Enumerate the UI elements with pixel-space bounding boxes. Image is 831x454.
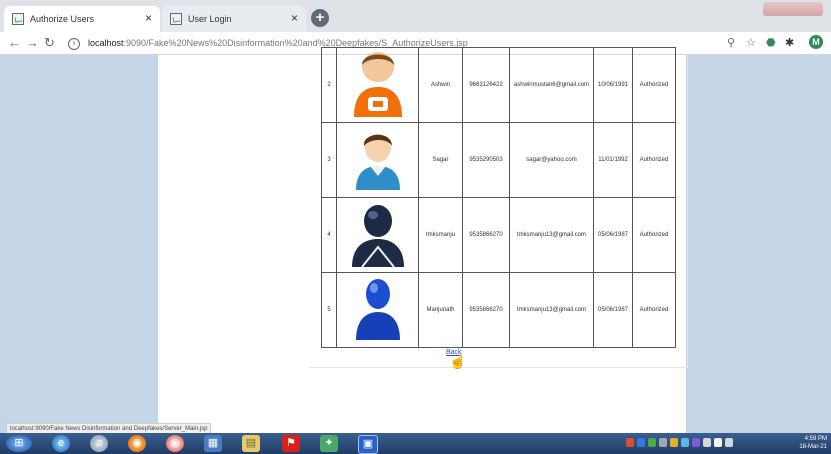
- user-status: Authorized: [632, 122, 676, 198]
- extension-shield-icon[interactable]: ⬣: [766, 36, 776, 49]
- user-avatar: [336, 122, 419, 198]
- system-tray: [626, 438, 733, 449]
- clock-date: 18-Mar-21: [799, 444, 827, 450]
- tab-title: User Login: [188, 14, 232, 24]
- app-icon[interactable]: ✦: [320, 435, 338, 452]
- user-dob: 11/01/1992: [593, 122, 633, 198]
- table-row: 5 Manjunath 9535866270 tmksmanju13@gmail…: [321, 272, 676, 348]
- row-number: 4: [321, 197, 337, 273]
- back-arrow-icon[interactable]: ←: [8, 35, 21, 51]
- user-mobile: 9535290503: [462, 122, 510, 198]
- user-mobile: 9663126422: [462, 47, 510, 123]
- dark-silhouette-user-icon: [351, 205, 404, 268]
- tray-icon[interactable]: [626, 438, 634, 447]
- network-icon[interactable]: [725, 438, 733, 447]
- user-avatar: [336, 272, 419, 348]
- user-email: tmksmanju13@gmail.com: [509, 272, 594, 348]
- user-name: Sagar: [418, 122, 463, 198]
- blue-shirt-user-icon: [355, 134, 400, 190]
- pdf-reader-icon[interactable]: ⚑: [282, 435, 300, 452]
- tray-icon[interactable]: [692, 438, 700, 447]
- table-row: 3 Sagar 9535290503 sagar@yahoo.com 11/01…: [321, 122, 676, 198]
- user-email: ashwinmustan6@gmail.com: [509, 47, 594, 123]
- row-number: 3: [321, 122, 337, 198]
- new-tab-button[interactable]: +: [311, 9, 329, 27]
- clock-time: 4:59 PM: [804, 436, 827, 442]
- user-dob: 10/06/1991: [593, 47, 633, 123]
- close-tab-icon[interactable]: ×: [145, 11, 152, 25]
- taskbar-clock[interactable]: 4:59 PM 18-Mar-21: [799, 435, 827, 451]
- user-name: tmksmanju: [418, 197, 463, 273]
- volume-icon[interactable]: [714, 438, 722, 447]
- tray-icon[interactable]: [637, 438, 645, 447]
- start-button[interactable]: ⊞: [6, 435, 32, 452]
- profile-avatar[interactable]: M: [809, 35, 823, 49]
- chrome-icon[interactable]: ◎: [166, 435, 184, 452]
- reload-icon[interactable]: ↻: [44, 35, 55, 51]
- user-mobile: 9535866270: [462, 197, 510, 273]
- page-favicon-icon: [12, 13, 24, 25]
- row-number: 5: [321, 272, 337, 348]
- tab-user-login[interactable]: User Login ×: [162, 6, 306, 32]
- ie-browser-icon[interactable]: e: [52, 435, 70, 452]
- user-avatar: [336, 197, 419, 273]
- tray-icon[interactable]: [648, 438, 656, 447]
- media-player-icon[interactable]: ♫: [90, 435, 108, 452]
- close-tab-icon[interactable]: ×: [291, 11, 298, 25]
- tray-icon[interactable]: [659, 438, 667, 447]
- table-row: 4 tmksmanju 9535866270 tmksmanju13@gmail…: [321, 197, 676, 273]
- user-avatar: [336, 47, 419, 123]
- window-app-icon[interactable]: ▣: [358, 435, 378, 454]
- user-dob: 05/06/1987: [593, 272, 633, 348]
- extensions-puzzle-icon[interactable]: ✱: [785, 36, 794, 49]
- user-name: Ashwin: [418, 47, 463, 123]
- user-email: tmksmanju13@gmail.com: [509, 197, 594, 273]
- tray-icon[interactable]: [703, 438, 711, 447]
- tray-icon[interactable]: [681, 438, 689, 447]
- page-viewport: 2 Ashwin 9663126422 ashwinmustan6@gmail.…: [0, 47, 831, 435]
- row-number: 2: [321, 47, 337, 123]
- info-icon[interactable]: i: [68, 37, 80, 50]
- tab-title: Authorize Users: [30, 14, 95, 24]
- taskbar: ⊞ e ♫ ◉ ◎ ▦ ▤ ⚑ ✦ ▣ 4:59 PM 18-Mar-21: [0, 433, 831, 454]
- hand-cursor-icon: ☝: [449, 353, 467, 369]
- folder-icon[interactable]: ▤: [242, 435, 260, 452]
- tray-icon[interactable]: [670, 438, 678, 447]
- file-explorer-icon[interactable]: ▦: [204, 435, 222, 452]
- blue-silhouette-user-icon: [355, 279, 400, 340]
- user-dob: 05/06/1987: [593, 197, 633, 273]
- tab-authorize-users[interactable]: Authorize Users ×: [4, 6, 160, 32]
- bookmark-star-icon[interactable]: ☆: [746, 36, 756, 49]
- firefox-icon[interactable]: ◉: [128, 435, 146, 452]
- window-controls[interactable]: [763, 2, 823, 16]
- table-row: 2 Ashwin 9663126422 ashwinmustan6@gmail.…: [321, 47, 676, 123]
- user-status: Authorized: [632, 272, 676, 348]
- orange-shirt-user-icon: [353, 52, 402, 117]
- authorize-users-table: 2 Ashwin 9663126422 ashwinmustan6@gmail.…: [321, 47, 676, 348]
- user-mobile: 9535866270: [462, 272, 510, 348]
- forward-arrow-icon[interactable]: →: [26, 35, 39, 51]
- tab-strip: Authorize Users × User Login × +: [0, 0, 831, 32]
- page-favicon-icon: [170, 13, 182, 25]
- zoom-icon[interactable]: ⚲: [727, 36, 735, 49]
- url-host: localhost: [88, 38, 124, 48]
- user-email: sagar@yahoo.com: [509, 122, 594, 198]
- user-name: Manjunath: [418, 272, 463, 348]
- user-status: Authorized: [632, 47, 676, 123]
- user-status: Authorized: [632, 197, 676, 273]
